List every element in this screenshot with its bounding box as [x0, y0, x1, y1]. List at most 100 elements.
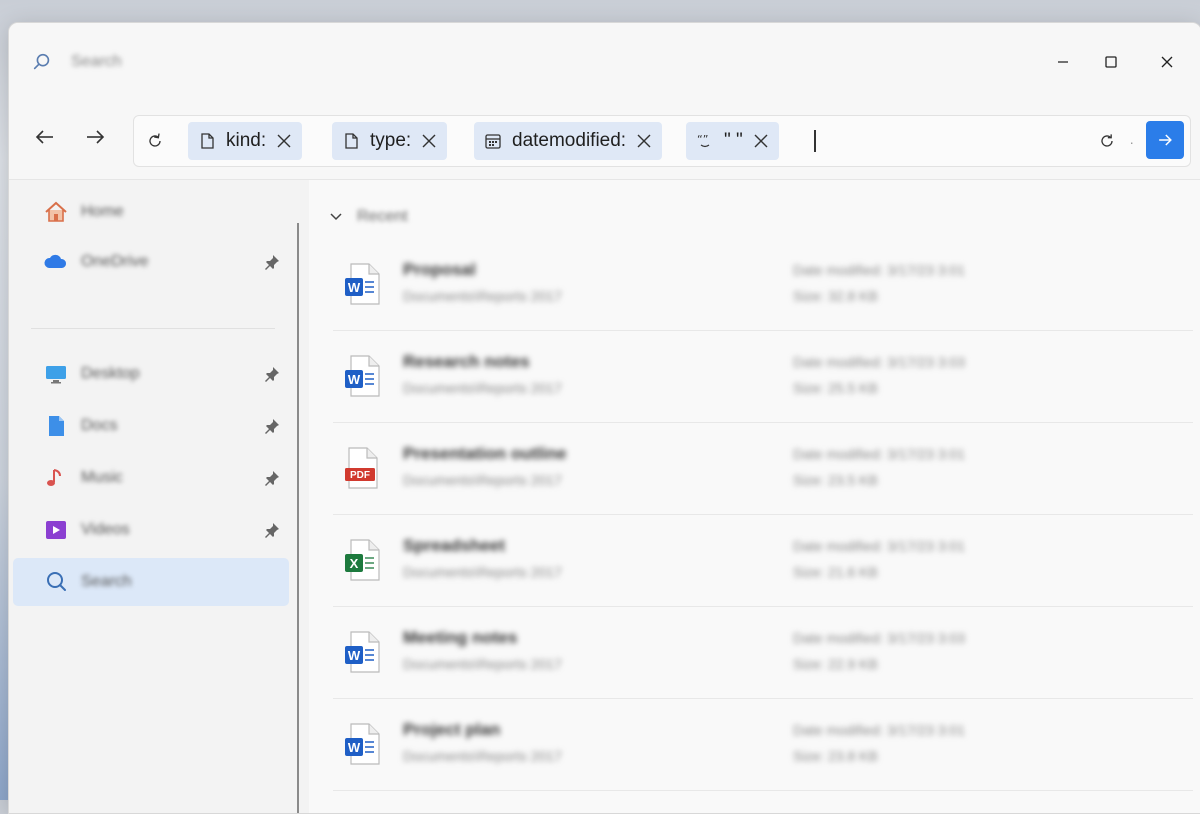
svg-text:W: W: [348, 740, 361, 755]
pdf-file-icon: PDF: [345, 447, 378, 489]
cloud-icon: [43, 249, 69, 275]
file-explorer-window: Search kind: type: datemodified: “” " " …: [8, 22, 1200, 814]
close-icon[interactable]: [636, 133, 652, 149]
minimize-icon: [1058, 61, 1068, 63]
reload-button[interactable]: [1094, 128, 1120, 154]
sidebar-item-music[interactable]: Music: [13, 454, 289, 502]
file-date: Date modified: 3/17/23 3:03: [793, 354, 966, 370]
close-icon[interactable]: [276, 133, 292, 149]
document-icon: [345, 133, 358, 149]
file-path: Documents\Reports 2017: [403, 656, 562, 672]
refresh-icon: [1101, 134, 1113, 147]
sidebar-item-search[interactable]: Search: [13, 558, 289, 606]
filter-chip-kind[interactable]: kind:: [188, 122, 303, 160]
file-name: Spreadsheet: [403, 536, 506, 555]
sidebar-item-home[interactable]: Home: [13, 188, 289, 236]
arrow-left-icon: [35, 130, 53, 144]
close-icon[interactable]: [421, 133, 437, 149]
calendar-icon: [485, 134, 501, 149]
word-file-icon: W: [345, 631, 380, 673]
svg-text:X: X: [350, 556, 359, 571]
chevron-down-icon: [330, 213, 342, 221]
file-row[interactable]: PDF Presentation outline Documents\Repor…: [333, 424, 1193, 515]
title-bar: Search: [9, 23, 1200, 101]
filter-chip-label: type:: [370, 130, 412, 151]
sidebar-item-label: Home: [81, 203, 124, 220]
file-size: Size: 23.8 KB: [793, 748, 878, 764]
window-title: Search: [71, 53, 122, 70]
sidebar-item-label: Desktop: [81, 365, 140, 382]
filter-chip-label: datemodified:: [512, 130, 627, 151]
toolbar: kind: type: datemodified: “” " " ·: [9, 101, 1200, 180]
search-box[interactable]: kind: type: datemodified: “” " " ·: [133, 115, 1191, 167]
group-label: Recent: [357, 208, 408, 225]
file-row[interactable]: W Research notes Documents\Reports 2017 …: [333, 332, 1193, 423]
file-size: Size: 32.8 KB: [793, 288, 878, 304]
music-icon: [43, 465, 69, 491]
file-size: Size: 23.5 KB: [793, 472, 878, 488]
text-caret: [814, 130, 816, 152]
file-date: Date modified: 3/17/23 3:01: [793, 262, 966, 278]
sidebar-item-label: Videos: [81, 521, 130, 538]
svg-text:PDF: PDF: [350, 470, 370, 481]
file-path: Documents\Reports 2017: [403, 564, 562, 580]
file-name: Proposal: [403, 260, 476, 279]
sidebar-item-onedrive[interactable]: OneDrive: [13, 238, 289, 286]
search-go-button[interactable]: [1146, 121, 1184, 159]
file-date: Date modified: 3/17/23 3:03: [793, 630, 966, 646]
file-path: Documents\Reports 2017: [403, 472, 562, 488]
file-list: Recent W Proposal Documents\Reports 2017…: [309, 180, 1200, 813]
file-size: Size: 21.6 KB: [793, 564, 878, 580]
sidebar-item-label: Docs: [81, 417, 118, 434]
close-button[interactable]: [1147, 47, 1187, 77]
sidebar-divider: [31, 328, 275, 329]
filter-chip-label: " ": [724, 130, 743, 151]
filter-chip-datemodified[interactable]: datemodified:: [474, 122, 663, 160]
search-icon: [43, 569, 69, 595]
document-icon: [43, 413, 69, 439]
file-name: Project plan: [403, 720, 501, 739]
back-button[interactable]: [27, 119, 63, 155]
pin-icon[interactable]: [263, 253, 281, 271]
sidebar-item-desktop[interactable]: Desktop: [13, 350, 289, 398]
sidebar-item-documents[interactable]: Docs: [13, 402, 289, 450]
maximize-button[interactable]: [1091, 47, 1131, 77]
file-name: Research notes: [403, 352, 530, 371]
file-row[interactable]: W Proposal Documents\Reports 2017 Date m…: [333, 240, 1193, 331]
file-row[interactable]: X Spreadsheet Documents\Reports 2017 Dat…: [333, 516, 1193, 607]
file-row[interactable]: W Meeting notes Documents\Reports 2017 D…: [333, 608, 1193, 699]
document-icon: [201, 133, 214, 149]
group-header[interactable]: Recent: [329, 208, 408, 226]
close-icon: [1161, 56, 1173, 68]
pin-icon[interactable]: [263, 417, 281, 435]
separator: ·: [1129, 134, 1134, 150]
sidebar-item-videos[interactable]: Videos: [13, 506, 289, 554]
word-file-icon: W: [345, 263, 380, 305]
file-name: Meeting notes: [403, 628, 518, 647]
pane-splitter[interactable]: [297, 223, 299, 813]
file-path: Documents\Reports 2017: [403, 748, 562, 764]
navigation-pane: Home OneDrive Desktop Docs Music Videos …: [9, 180, 299, 813]
search-icon: [31, 51, 53, 73]
file-row[interactable]: W Project plan Documents\Reports 2017 Da…: [333, 700, 1193, 791]
pin-icon[interactable]: [263, 365, 281, 383]
pin-icon[interactable]: [263, 521, 281, 539]
pin-icon[interactable]: [263, 469, 281, 487]
filter-chip-quote[interactable]: “” " ": [686, 122, 779, 160]
video-icon: [43, 517, 69, 543]
filter-chip-type[interactable]: type:: [332, 122, 448, 160]
sidebar-item-label: Search: [81, 573, 132, 590]
file-path: Documents\Reports 2017: [403, 380, 562, 396]
excel-file-icon: X: [345, 539, 380, 581]
file-date: Date modified: 3/17/23 3:01: [793, 722, 966, 738]
refresh-button[interactable]: [142, 128, 168, 154]
close-icon[interactable]: [753, 133, 769, 149]
file-size: Size: 25.5 KB: [793, 380, 878, 396]
desktop-icon: [43, 361, 69, 387]
minimize-button[interactable]: [1043, 47, 1083, 77]
maximize-icon: [1105, 56, 1117, 68]
svg-text:W: W: [348, 280, 361, 295]
forward-button[interactable]: [77, 119, 113, 155]
sidebar-item-label: OneDrive: [81, 253, 149, 270]
file-date: Date modified: 3/17/23 3:01: [793, 538, 966, 554]
